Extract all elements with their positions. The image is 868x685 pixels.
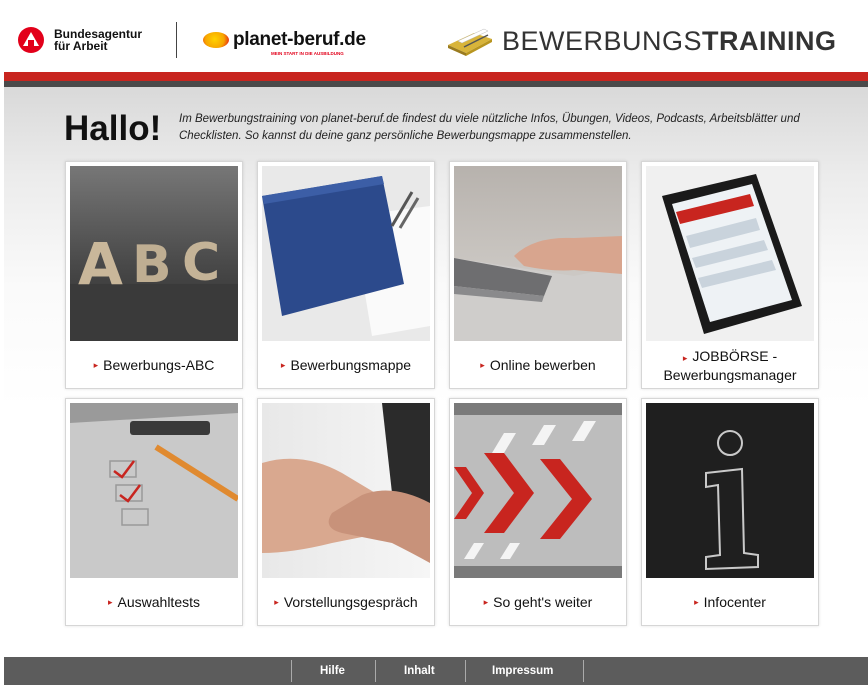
triangle-right-icon: ▸ bbox=[480, 360, 485, 370]
bt-title-light: BEWERBUNGS bbox=[502, 26, 703, 56]
planet-beruf-tagline: MEIN START IN DIE AUSBILDUNG bbox=[271, 51, 344, 56]
tile-infocenter[interactable]: ▸ Infocenter bbox=[641, 398, 819, 626]
clipboard-checklist-image bbox=[70, 403, 238, 578]
tile-jobboerse[interactable]: ▸ JOBBÖRSE - Bewerbungsmanager bbox=[641, 161, 819, 389]
triangle-right-icon: ▸ bbox=[93, 360, 99, 370]
tile-auswahltests[interactable]: ▸ Auswahltests bbox=[65, 398, 243, 626]
folder-pen-icon bbox=[448, 28, 492, 56]
tile-label: ▸ Vorstellungsgespräch bbox=[274, 594, 418, 610]
svg-text:C: C bbox=[182, 233, 220, 293]
footer-link-impressum[interactable]: Impressum bbox=[492, 657, 553, 685]
bundesagentur-logo[interactable]: Bundesagentur für Arbeit bbox=[18, 27, 142, 53]
footer-link-inhalt[interactable]: Inhalt bbox=[404, 657, 435, 685]
svg-text:B: B bbox=[132, 235, 172, 295]
footer-divider bbox=[583, 660, 584, 682]
tile-label: ▸ Bewerbungs-ABC bbox=[93, 357, 215, 373]
tablet-image bbox=[646, 166, 814, 341]
triangle-right-icon: ▸ bbox=[107, 597, 113, 607]
header-red-stripe bbox=[4, 72, 868, 81]
tile-label: ▸ JOBBÖRSE - Bewerbungsmanager bbox=[663, 347, 797, 383]
planet-beruf-name: planet-beruf.de bbox=[203, 29, 366, 51]
triangle-right-icon: ▸ bbox=[280, 360, 286, 370]
bt-title-bold: TRAINING bbox=[702, 26, 837, 56]
footer-divider bbox=[465, 660, 466, 682]
app-window: Bundesagentur für Arbeit planet-beruf.de… bbox=[0, 0, 868, 685]
abc-letters-image: A B C bbox=[70, 166, 238, 341]
bewerbungstraining-title: BEWERBUNGSTRAINING bbox=[502, 26, 837, 57]
footer-divider bbox=[375, 660, 376, 682]
footer-bar: Hilfe Inhalt Impressum bbox=[4, 657, 868, 685]
footer-divider bbox=[291, 660, 292, 682]
triangle-right-icon: ▸ bbox=[694, 597, 699, 607]
intro-text: Im Bewerbungstraining von planet-beruf.d… bbox=[179, 113, 800, 142]
planet-beruf-logo[interactable]: planet-beruf.de MEIN START IN DIE AUSBIL… bbox=[203, 29, 366, 56]
handshake-image bbox=[262, 403, 430, 578]
svg-text:A: A bbox=[78, 230, 123, 298]
planet-beruf-text: planet-beruf.de bbox=[233, 29, 366, 50]
triangle-right-icon: ▸ bbox=[274, 597, 279, 607]
tile-label: ▸ Infocenter bbox=[694, 594, 766, 610]
tile-label: ▸ Online bewerben bbox=[480, 357, 596, 373]
greeting-heading: Hallo! bbox=[64, 109, 162, 148]
ba-logo-line2: für Arbeit bbox=[54, 39, 108, 53]
tile-bewerbungsmappe[interactable]: ▸ Bewerbungsmappe bbox=[257, 161, 435, 389]
bundesagentur-logo-text: Bundesagentur für Arbeit bbox=[54, 28, 142, 52]
tile-online-bewerben[interactable]: ▸ Online bewerben bbox=[449, 161, 627, 389]
tile-label: ▸ Bewerbungsmappe bbox=[280, 357, 412, 373]
folder-image bbox=[262, 166, 430, 341]
tile-label: ▸ Auswahltests bbox=[107, 594, 200, 610]
footer-link-hilfe[interactable]: Hilfe bbox=[320, 657, 345, 685]
header: Bundesagentur für Arbeit planet-beruf.de… bbox=[4, 0, 868, 72]
tile-bewerbungs-abc[interactable]: A B C ▸ Bewerbungs-ABC bbox=[65, 161, 243, 389]
laptop-hand-image bbox=[454, 166, 622, 341]
tile-vorstellungsgespraech[interactable]: ▸ Vorstellungsgespräch bbox=[257, 398, 435, 626]
chalkboard-info-image bbox=[646, 403, 814, 578]
red-arrows-image bbox=[454, 403, 622, 578]
bewerbungstraining-logo[interactable]: BEWERBUNGSTRAINING bbox=[444, 26, 837, 57]
tile-so-gehts-weiter[interactable]: ▸ So geht's weiter bbox=[449, 398, 627, 626]
header-divider bbox=[176, 22, 177, 58]
triangle-right-icon: ▸ bbox=[483, 597, 489, 607]
main-content: Hallo! Im Bewerbungstraining von planet-… bbox=[4, 87, 868, 657]
tile-label: ▸ So geht's weiter bbox=[483, 594, 593, 610]
triangle-right-icon: ▸ bbox=[682, 352, 688, 363]
bundesagentur-logo-icon bbox=[18, 27, 44, 53]
planet-icon bbox=[203, 32, 229, 48]
